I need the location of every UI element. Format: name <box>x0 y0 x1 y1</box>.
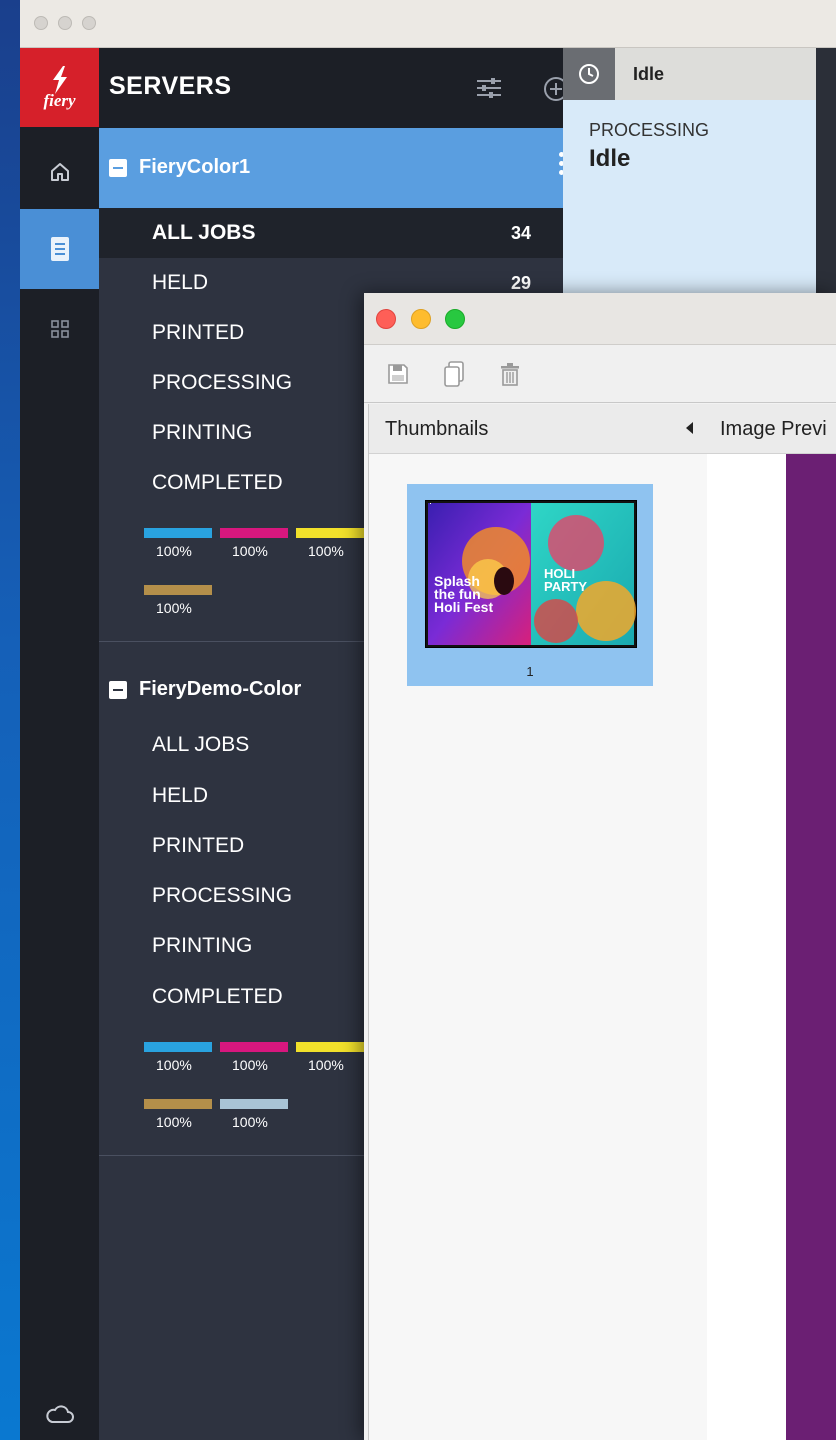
zoom-window-button[interactable] <box>82 16 96 30</box>
ink-level: 100% <box>156 600 192 616</box>
page-number: 1 <box>526 664 534 679</box>
delete-button[interactable] <box>496 359 524 389</box>
clock-icon <box>579 64 599 84</box>
home-button[interactable] <box>20 132 99 212</box>
ink-bar-cyan <box>144 528 212 538</box>
thumbnails-header: Thumbnails <box>369 404 707 454</box>
save-button[interactable] <box>384 359 412 389</box>
category-label: COMPLETED <box>152 985 283 1008</box>
job-list-icon <box>50 237 69 261</box>
category-label: PRINTING <box>152 421 253 444</box>
servers-title: SERVERS <box>109 72 232 100</box>
status-tab-label: Idle <box>633 64 665 84</box>
category-label: ALL JOBS <box>152 221 256 244</box>
status-tab[interactable]: Idle <box>563 48 816 100</box>
ink-bar-magenta <box>220 1042 288 1052</box>
status-clock-button <box>563 48 615 100</box>
ink-bar-gold <box>144 585 212 595</box>
image-preview-pane: Image Previ <box>707 404 836 1440</box>
thumbnail-image: Splash the fun Holi Fest HOLI PARTY <box>425 500 637 648</box>
close-window-button[interactable] <box>376 309 396 329</box>
status-section-label: PROCESSING <box>589 120 710 140</box>
collapse-left-icon[interactable] <box>686 422 693 434</box>
apps-grid-icon <box>50 320 69 338</box>
thumbnails-title: Thumbnails <box>385 418 489 440</box>
cloud-icon <box>45 1405 74 1423</box>
server-name: FieryColor1 <box>139 156 251 178</box>
window-titlebar <box>20 0 836 48</box>
ink-bar-silver <box>220 1099 288 1109</box>
ink-bar-cyan <box>144 1042 212 1052</box>
ink-bar-yellow <box>296 1042 364 1052</box>
trash-icon <box>501 363 519 386</box>
category-label: PROCESSING <box>152 884 293 907</box>
category-label: PROCESSING <box>152 371 293 394</box>
apps-button[interactable] <box>20 289 99 369</box>
home-icon <box>50 163 69 181</box>
status-state: Idle <box>589 145 631 172</box>
filter-settings-icon[interactable] <box>475 76 503 100</box>
cloud-button[interactable] <box>20 1388 99 1440</box>
category-label: COMPLETED <box>152 471 283 494</box>
ink-level: 100% <box>232 1057 268 1073</box>
job-count: 34 <box>510 223 531 243</box>
minimize-window-button[interactable] <box>58 16 72 30</box>
poster-left-text: Splash the fun Holi Fest <box>434 573 494 615</box>
page-thumbnail[interactable]: Splash the fun Holi Fest HOLI PARTY 1 <box>407 484 653 686</box>
ink-level: 100% <box>232 1114 268 1130</box>
preview-window: Thumbnails Splash the fun Holi Fest HOLI… <box>364 293 836 1440</box>
server-name: FieryDemo-Color <box>139 678 302 700</box>
ink-bar-magenta <box>220 528 288 538</box>
category-label: PRINTED <box>152 834 245 857</box>
minimize-window-button[interactable] <box>411 309 431 329</box>
poster-right-text: HOLI PARTY <box>544 566 588 594</box>
category-label: HELD <box>152 271 209 294</box>
collapse-icon[interactable] <box>109 159 127 177</box>
image-preview-header: Image Previ <box>707 404 836 454</box>
zoom-window-button[interactable] <box>445 309 465 329</box>
copy-button[interactable] <box>440 359 468 389</box>
ink-level: 100% <box>156 1114 192 1130</box>
ink-level: 100% <box>156 543 192 559</box>
preview-canvas[interactable] <box>786 454 836 1440</box>
close-window-button[interactable] <box>34 16 48 30</box>
collapse-icon[interactable] <box>109 681 127 699</box>
ink-level: 100% <box>156 1057 192 1073</box>
server-header-fierycolor1[interactable]: FieryColor1 <box>99 128 583 208</box>
ink-bar-gold <box>144 1099 212 1109</box>
copy-icon <box>444 361 464 387</box>
ink-level: 100% <box>308 1057 344 1073</box>
preview-titlebar <box>364 293 836 345</box>
ink-level: 100% <box>308 543 344 559</box>
job-category-all-jobs[interactable]: ALL JOBS 34 <box>99 208 583 258</box>
servers-header: SERVERS <box>99 48 583 128</box>
image-preview-title: Image Previ <box>720 418 827 440</box>
category-label: ALL JOBS <box>152 733 250 756</box>
preview-toolbar <box>364 345 836 403</box>
ink-bar-yellow <box>296 528 364 538</box>
save-icon <box>388 364 408 384</box>
fiery-bolt-icon <box>52 66 67 94</box>
category-label: PRINTED <box>152 321 245 344</box>
fiery-logo: fiery <box>20 48 99 127</box>
thumbnails-pane: Thumbnails Splash the fun Holi Fest HOLI… <box>368 404 708 1440</box>
nav-rail: fiery <box>20 48 99 1440</box>
category-label: PRINTING <box>152 934 253 957</box>
category-label: HELD <box>152 784 209 807</box>
jobs-view-button[interactable] <box>20 209 99 289</box>
ink-level: 100% <box>232 543 268 559</box>
fiery-wordmark: fiery <box>43 91 76 110</box>
